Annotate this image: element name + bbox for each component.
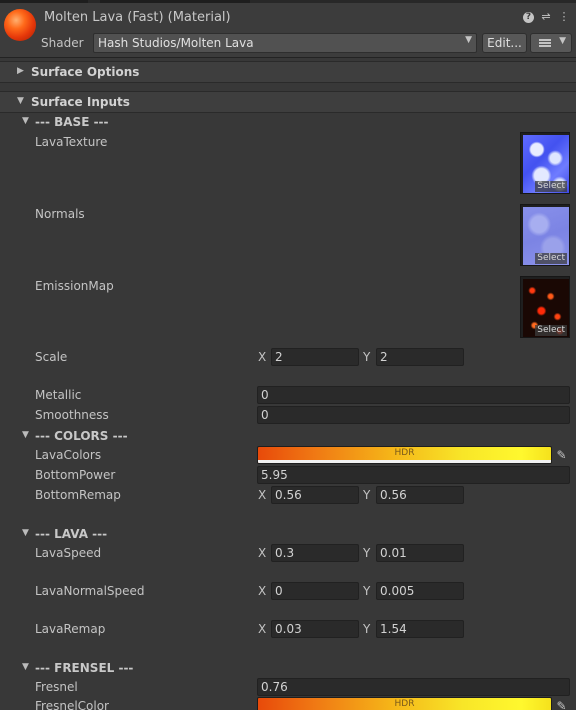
bottom-remap-y-field[interactable]: 0.56 (376, 486, 464, 504)
preset-icon[interactable]: ⇌ (540, 11, 552, 23)
row-lava-normal-speed: LavaNormalSpeed X 0 Y 0.005 (0, 582, 576, 600)
list-icon (539, 39, 551, 47)
dropdown-arrow-icon: ▼ (465, 35, 472, 45)
scale-y-field[interactable]: 2 (376, 348, 464, 366)
section-surface-inputs[interactable]: ▼ Surface Inputs (0, 91, 576, 113)
lava-remap-x-field[interactable]: 0.03 (271, 620, 359, 638)
row-lava-speed: LavaSpeed X 0.3 Y 0.01 (0, 544, 576, 562)
x-label: X (258, 546, 267, 560)
kebab-icon[interactable]: ⋮ (558, 11, 570, 23)
shader-value: Hash Studios/Molten Lava (98, 36, 254, 50)
foldout-arrow-icon[interactable]: ▼ (22, 116, 29, 126)
lava-colors-swatch[interactable]: HDR (257, 446, 552, 464)
row-metallic: Metallic 0 (0, 386, 576, 404)
material-title: Molten Lava (Fast) (Material) (44, 10, 231, 25)
row-scale: Scale X 2 Y 2 (0, 348, 576, 366)
foldout-arrow-icon[interactable]: ▼ (22, 430, 29, 440)
property-label: LavaColors (35, 448, 102, 462)
group-title: --- COLORS --- (35, 429, 128, 443)
y-label: Y (363, 350, 371, 364)
row-fresnel: Fresnel 0.76 (0, 678, 576, 696)
property-label: Fresnel (35, 680, 78, 694)
y-label: Y (363, 584, 371, 598)
row-lava-texture: LavaTexture (0, 133, 576, 151)
group-fresnel[interactable]: ▼ --- FRENSEL --- (0, 659, 576, 677)
select-texture-button[interactable]: Select (535, 181, 567, 192)
dropdown-arrow-icon: ▼ (559, 36, 566, 46)
foldout-arrow-icon[interactable]: ▼ (22, 662, 29, 672)
texture-slot-normals[interactable]: Select (520, 204, 570, 266)
smoothness-field[interactable]: 0 (257, 406, 570, 424)
bottom-power-field[interactable]: 5.95 (257, 466, 570, 484)
property-label: LavaNormalSpeed (35, 584, 145, 598)
property-label: FresnelColor (35, 699, 109, 710)
foldout-arrow-icon[interactable]: ▼ (22, 528, 29, 538)
property-label: LavaTexture (35, 135, 108, 149)
scale-x-field[interactable]: 2 (271, 348, 359, 366)
x-label: X (258, 350, 267, 364)
property-label: EmissionMap (35, 279, 114, 293)
shader-options-button[interactable]: ▼ (530, 33, 572, 53)
eyedropper-icon[interactable]: ✎ (553, 697, 570, 710)
group-lava[interactable]: ▼ --- LAVA --- (0, 525, 576, 543)
header-icons: ? ⇌ ⋮ (523, 11, 570, 23)
row-bottom-power: BottomPower 5.95 (0, 466, 576, 484)
bottom-remap-x-field[interactable]: 0.56 (271, 486, 359, 504)
lava-speed-y-field[interactable]: 0.01 (376, 544, 464, 562)
group-title: --- LAVA --- (35, 527, 108, 541)
row-emission-map: EmissionMap (0, 277, 576, 295)
row-fresnel-color: FresnelColor HDR ✎ (0, 697, 576, 710)
shader-label: Shader (41, 36, 84, 50)
section-title: Surface Inputs (31, 95, 130, 109)
property-label: BottomRemap (35, 488, 121, 502)
foldout-arrow-icon[interactable]: ▶ (17, 66, 24, 76)
y-label: Y (363, 488, 371, 502)
hdr-badge: HDR (394, 448, 415, 458)
property-label: LavaRemap (35, 622, 106, 636)
row-lava-remap: LavaRemap X 0.03 Y 1.54 (0, 620, 576, 638)
fresnel-field[interactable]: 0.76 (257, 678, 570, 696)
x-label: X (258, 488, 267, 502)
row-normals: Normals (0, 205, 576, 223)
material-header: Molten Lava (Fast) (Material) ? ⇌ ⋮ Shad… (0, 3, 576, 58)
texture-slot-emission[interactable]: Select (520, 276, 570, 338)
property-label: Metallic (35, 388, 82, 402)
row-smoothness: Smoothness 0 (0, 406, 576, 424)
lava-normal-speed-y-field[interactable]: 0.005 (376, 582, 464, 600)
x-label: X (258, 584, 267, 598)
group-base[interactable]: ▼ --- BASE --- (0, 113, 576, 131)
group-title: --- FRENSEL --- (35, 661, 134, 675)
row-lava-colors: LavaColors HDR ✎ (0, 446, 576, 464)
y-label: Y (363, 546, 371, 560)
texture-slot-lava[interactable]: Select (520, 132, 570, 194)
group-title: --- BASE --- (35, 115, 109, 129)
y-label: Y (363, 622, 371, 636)
eyedropper-icon[interactable]: ✎ (553, 446, 570, 464)
lava-remap-y-field[interactable]: 1.54 (376, 620, 464, 638)
shader-dropdown[interactable]: Hash Studios/Molten Lava ▼ (93, 33, 477, 53)
property-label: Smoothness (35, 408, 109, 422)
lava-normal-speed-x-field[interactable]: 0 (271, 582, 359, 600)
foldout-arrow-icon[interactable]: ▼ (17, 96, 24, 106)
property-label: LavaSpeed (35, 546, 102, 560)
x-label: X (258, 622, 267, 636)
edit-shader-button[interactable]: Edit... (482, 33, 527, 53)
help-icon[interactable]: ? (523, 11, 534, 23)
select-texture-button[interactable]: Select (535, 253, 567, 264)
metallic-field[interactable]: 0 (257, 386, 570, 404)
hdr-badge: HDR (394, 699, 415, 709)
property-label: Scale (35, 350, 68, 364)
row-bottom-remap: BottomRemap X 0.56 Y 0.56 (0, 486, 576, 504)
section-title: Surface Options (31, 65, 140, 79)
fresnel-color-swatch[interactable]: HDR (257, 697, 552, 710)
material-preview-icon (4, 9, 36, 41)
group-colors[interactable]: ▼ --- COLORS --- (0, 427, 576, 445)
section-surface-options[interactable]: ▶ Surface Options (0, 61, 576, 83)
property-label: Normals (35, 207, 85, 221)
property-label: BottomPower (35, 468, 116, 482)
alpha-bar (258, 460, 551, 463)
lava-speed-x-field[interactable]: 0.3 (271, 544, 359, 562)
select-texture-button[interactable]: Select (535, 325, 567, 336)
